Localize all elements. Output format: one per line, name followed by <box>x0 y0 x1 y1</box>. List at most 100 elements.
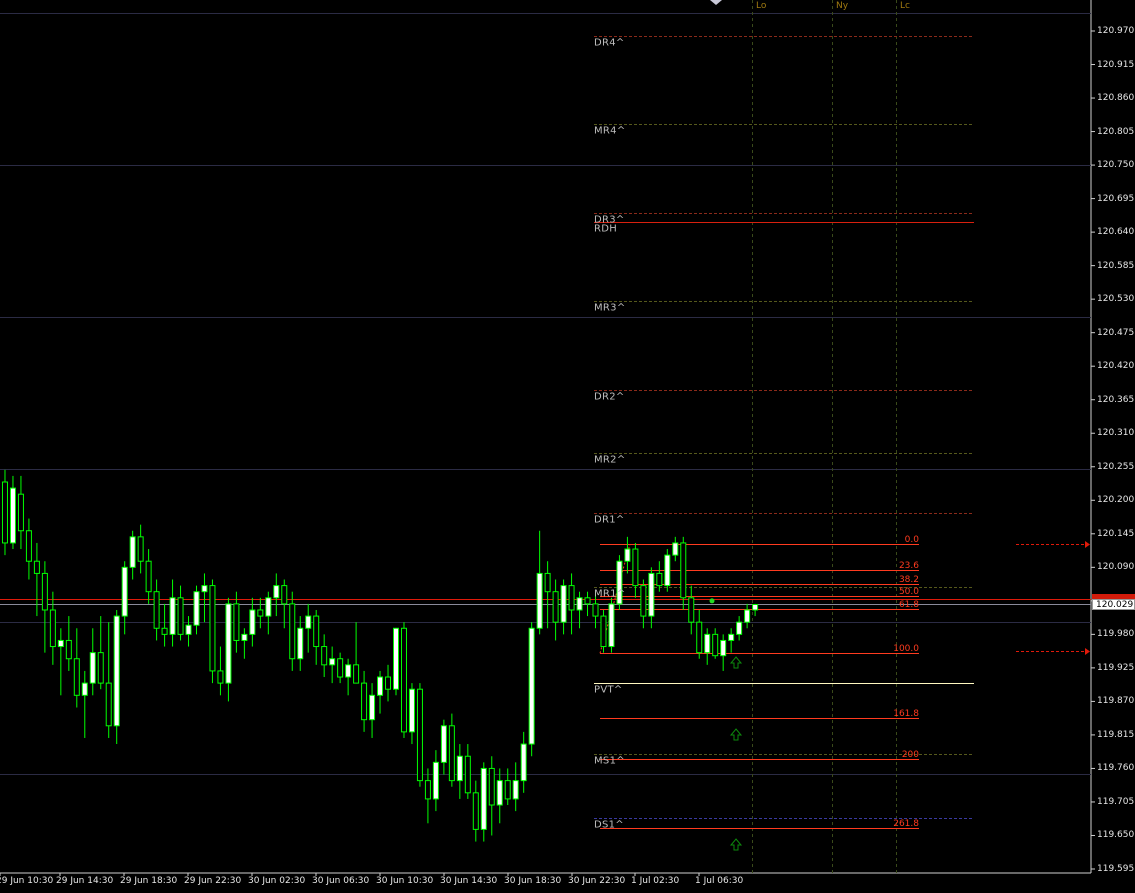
candle <box>209 579 216 684</box>
y-tick-label: 120.530 <box>1097 294 1135 305</box>
candle-body <box>57 639 64 648</box>
candle-body <box>688 597 695 623</box>
candle <box>1 469 8 556</box>
pivot-label: MS1^ <box>594 755 625 766</box>
candle-body <box>41 572 48 611</box>
x-tick-label: 30 Jun 18:30 <box>504 876 562 886</box>
session-label: Ny <box>836 1 849 11</box>
current-price-dot <box>709 598 715 604</box>
y-tick-label: 120.310 <box>1097 428 1135 439</box>
fib-label: 38.2 <box>898 574 919 585</box>
pivot-label: MR1^ <box>594 588 626 599</box>
candle <box>608 597 615 653</box>
y-tick-label: 119.650 <box>1097 830 1135 841</box>
candle-body <box>265 597 272 617</box>
y-tick-label: 120.255 <box>1097 461 1135 472</box>
candle-body <box>400 627 407 733</box>
y-tick-label: 119.815 <box>1097 729 1135 740</box>
candle-body <box>1 481 8 544</box>
fib-label: 261.8 <box>893 818 919 829</box>
candle-body <box>744 609 751 623</box>
candle-body <box>73 658 80 696</box>
candle-body <box>209 585 216 672</box>
candle-body <box>177 597 184 635</box>
candle-body <box>329 658 336 666</box>
x-tick-label: 30 Jun 02:30 <box>248 876 306 886</box>
candle-body <box>640 585 647 617</box>
candle <box>400 622 407 738</box>
candle-body <box>193 591 200 626</box>
candle-body <box>528 627 535 745</box>
fib-label: 23.6 <box>898 560 919 571</box>
candle-body <box>273 585 280 599</box>
candle-body <box>145 560 152 593</box>
candle-body <box>353 664 360 684</box>
candle-body <box>33 560 40 574</box>
pivot-label: DR4^ <box>594 37 625 48</box>
candle-body <box>113 615 120 727</box>
candle <box>289 591 296 671</box>
candle-body <box>712 633 719 657</box>
candle-body <box>488 767 495 806</box>
candle-body <box>720 639 727 657</box>
y-tick-label: 120.860 <box>1097 93 1135 104</box>
x-tick-label: 1 Jul 06:30 <box>695 876 744 886</box>
candle-body <box>281 585 288 605</box>
candle-body <box>137 536 144 562</box>
candle-body <box>504 780 511 800</box>
candle-body <box>169 597 176 635</box>
candle-body <box>624 548 631 562</box>
candle-body <box>313 615 320 648</box>
candle-body <box>89 652 96 684</box>
candle-body <box>600 615 607 648</box>
candle-body <box>480 767 487 830</box>
candle-body <box>81 682 88 696</box>
candle-body <box>65 639 72 660</box>
x-tick-label: 30 Jun 06:30 <box>312 876 370 886</box>
pivot-label: MR4^ <box>594 125 626 136</box>
pivot-label: DS1^ <box>594 819 624 830</box>
y-tick-label: 120.145 <box>1097 528 1135 539</box>
y-tick-label: 120.365 <box>1097 394 1135 405</box>
candle-body <box>97 652 104 684</box>
candle-body <box>568 585 575 611</box>
candle-body <box>656 572 663 587</box>
candle-body <box>185 624 192 635</box>
candle-body <box>337 658 344 678</box>
y-tick-label: 119.980 <box>1097 629 1135 640</box>
candle <box>600 609 607 653</box>
candle-body <box>680 542 687 599</box>
fib-label: 200 <box>901 749 919 760</box>
candle-body <box>664 554 671 587</box>
y-tick-label: 119.760 <box>1097 763 1135 774</box>
candle-body <box>728 633 735 641</box>
candle-body <box>432 761 439 800</box>
candle-body <box>17 493 24 532</box>
candle-body <box>632 548 639 587</box>
y-tick-label: 119.595 <box>1097 864 1135 874</box>
y-tick-label: 120.695 <box>1097 193 1135 204</box>
y-tick-label: 120.200 <box>1097 495 1135 506</box>
candle-body <box>440 725 447 763</box>
candle-body <box>217 670 224 684</box>
candle <box>416 683 423 787</box>
candle-body <box>424 780 431 800</box>
session-label: Lc <box>900 1 910 11</box>
x-tick-label: 29 Jun 14:30 <box>56 876 114 886</box>
candle-body <box>249 609 256 635</box>
candle <box>664 549 671 592</box>
pivot-label: MR3^ <box>594 302 626 313</box>
price-chart[interactable] <box>0 0 1135 893</box>
y-tick-label: 120.915 <box>1097 59 1135 70</box>
y-tick-label: 120.970 <box>1097 26 1135 36</box>
x-tick-label: 29 Jun 18:30 <box>120 876 178 886</box>
candle-body <box>377 676 384 696</box>
candle <box>393 627 399 696</box>
candle-body <box>369 694 376 721</box>
fib-label: 50.0 <box>898 586 919 597</box>
candle-body <box>225 603 232 684</box>
candle-body <box>520 743 527 782</box>
candle-body <box>233 603 240 641</box>
candle-body <box>560 585 567 623</box>
y-tick-label: 120.090 <box>1097 562 1135 573</box>
